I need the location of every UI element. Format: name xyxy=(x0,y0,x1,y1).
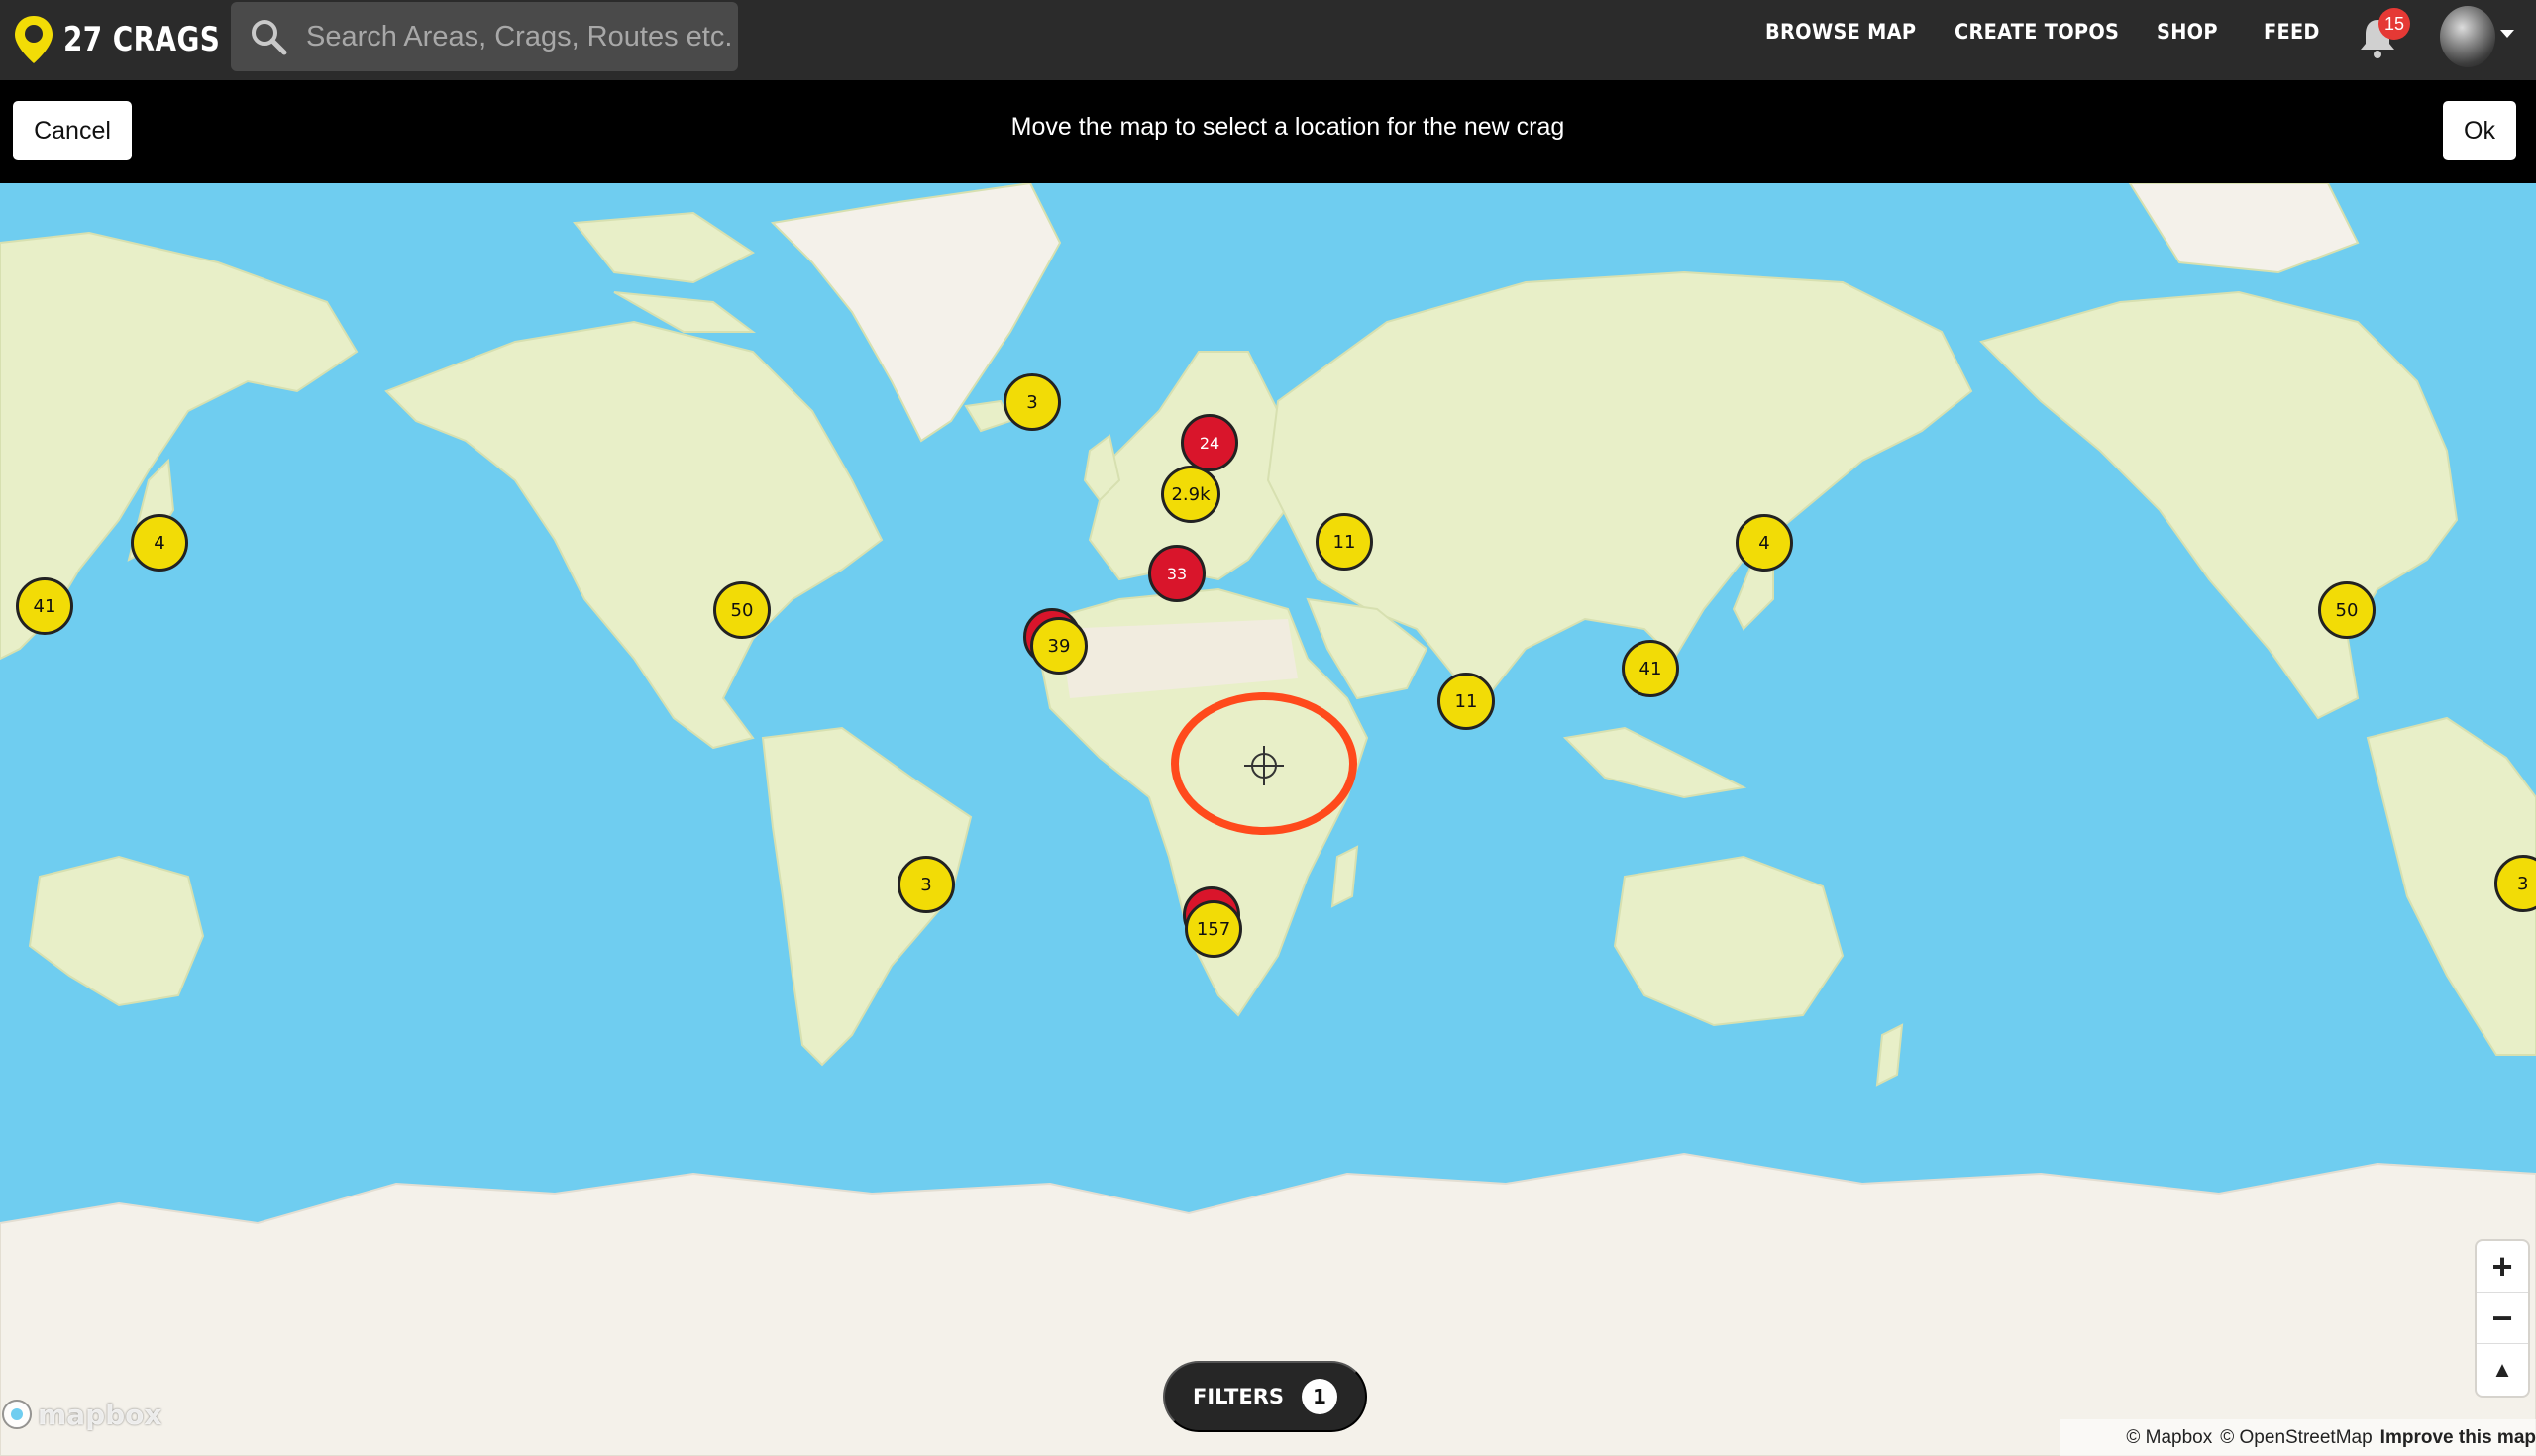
crag-cluster[interactable]: 3 xyxy=(1004,373,1061,431)
world-map[interactable]: 4 41 50 3 24 2.9k 33 11 39 11 41 4 3 157… xyxy=(0,183,2536,1456)
crag-cluster[interactable]: 33 xyxy=(1148,545,1206,602)
crag-cluster[interactable]: 11 xyxy=(1316,513,1373,571)
crag-cluster[interactable]: 4 xyxy=(131,514,188,572)
location-select-bar: Cancel Move the map to select a location… xyxy=(0,80,2536,183)
crag-cluster[interactable]: 157 xyxy=(1185,900,1242,958)
nav-create-topos[interactable]: CREATE TOPOS xyxy=(1955,20,2119,44)
chevron-down-icon[interactable] xyxy=(2500,30,2514,38)
brand-name: 27 CRAGS xyxy=(63,20,221,59)
crag-cluster[interactable]: 41 xyxy=(1622,640,1679,697)
zoom-controls: + − ▲ xyxy=(2477,1241,2528,1396)
user-avatar[interactable] xyxy=(2440,6,2495,67)
mapbox-wordmark: mapbox xyxy=(38,1398,162,1431)
crosshair-icon xyxy=(1244,746,1284,785)
search-input[interactable] xyxy=(288,2,738,71)
mapbox-logo[interactable]: mapbox xyxy=(0,1398,161,1431)
compass-button[interactable]: ▲ xyxy=(2477,1344,2528,1396)
crag-cluster[interactable]: 39 xyxy=(1030,617,1088,675)
crag-cluster[interactable]: 4 xyxy=(1736,514,1793,572)
zoom-out-button[interactable]: − xyxy=(2477,1293,2528,1344)
attribution-osm-link[interactable]: © OpenStreetMap xyxy=(2220,1427,2372,1449)
nav-feed[interactable]: FEED xyxy=(2264,20,2320,44)
crag-cluster[interactable]: 11 xyxy=(1437,673,1495,730)
crag-cluster[interactable]: 3 xyxy=(898,856,955,913)
crag-cluster[interactable]: 41 xyxy=(16,577,73,635)
filters-count-badge: 1 xyxy=(1302,1379,1338,1414)
improve-map-link[interactable]: Improve this map xyxy=(2380,1427,2536,1449)
map-pin-icon xyxy=(15,16,53,63)
filters-button[interactable]: FILTERS 1 xyxy=(1163,1361,1367,1432)
crag-cluster[interactable]: 50 xyxy=(713,581,771,639)
crag-cluster[interactable]: 2.9k xyxy=(1161,466,1220,523)
filters-label: FILTERS xyxy=(1192,1385,1285,1408)
top-navbar: 27 CRAGS BROWSE MAP CREATE TOPOS SHOP FE… xyxy=(0,0,2536,80)
brand-logo[interactable]: 27 CRAGS xyxy=(12,14,255,65)
nav-browse-map[interactable]: BROWSE MAP xyxy=(1765,20,1916,44)
crag-cluster[interactable]: 50 xyxy=(2318,581,2376,639)
instruction-message: Move the map to select a location for th… xyxy=(1010,113,1565,141)
notification-badge: 15 xyxy=(2378,8,2410,40)
mapbox-icon xyxy=(2,1400,32,1429)
ok-button[interactable]: Ok xyxy=(2443,101,2516,160)
nav-shop[interactable]: SHOP xyxy=(2157,20,2218,44)
crag-cluster[interactable]: 24 xyxy=(1181,414,1238,471)
zoom-in-button[interactable]: + xyxy=(2477,1241,2528,1293)
attribution-mapbox-link[interactable]: © Mapbox xyxy=(2126,1427,2212,1449)
search-icon xyxy=(252,20,287,55)
search-bar xyxy=(231,2,738,71)
map-attribution: © Mapbox © OpenStreetMap Improve this ma… xyxy=(2060,1419,2536,1456)
